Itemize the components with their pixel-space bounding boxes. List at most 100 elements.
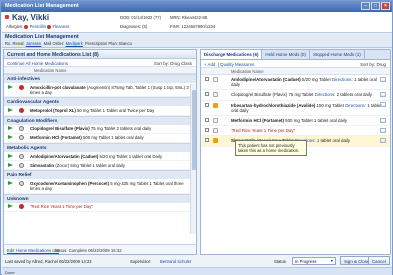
diagnoses-value[interactable]: (5) xyxy=(142,24,147,29)
new-medication-icon xyxy=(213,102,218,108)
more-icon[interactable]: … xyxy=(380,137,386,143)
status-select-value: In Progress xyxy=(295,259,317,264)
new-medication-icon xyxy=(213,138,218,144)
status-select[interactable]: In Progress xyxy=(292,257,336,265)
supervisor-link[interactable]: Bertrand Schuler xyxy=(160,259,191,264)
edit-home-medications-link[interactable]: Edit Home Medications List xyxy=(7,248,59,253)
left-panel-footer: Edit Home Medications List Status: Compl… xyxy=(4,244,196,254)
stop-icon[interactable] xyxy=(19,107,24,113)
mrn-value: Rkea4422-88 xyxy=(181,15,208,20)
left-column-header[interactable]: Medication Name xyxy=(4,67,196,74)
more-icon[interactable]: … xyxy=(380,76,386,82)
medication-row[interactable]: Clopidogrel Bisulfate (Plavix) 75 mg Tab… xyxy=(4,125,196,134)
alert-icon xyxy=(24,24,29,29)
tab-stopped-home-meds[interactable]: Stopped Home Meds (1) xyxy=(310,50,365,59)
medication-name: Simvastatin xyxy=(30,162,55,168)
medication-details: (Zocor) 5mg Tablet 1 tablet oral daily xyxy=(54,162,125,168)
group-header: Metabolic Agents xyxy=(4,143,196,153)
add-medication-button[interactable]: + Add xyxy=(204,62,215,67)
directions-label: Directions: xyxy=(331,77,353,82)
row-checkbox[interactable] xyxy=(205,102,209,107)
supervisor-label: Supervisor: xyxy=(130,259,152,264)
list-status: Status: Complete 06/22/2009 15:32 xyxy=(54,247,122,253)
pill-icon xyxy=(213,118,218,124)
medication-details: 5/20 mg Tablet 1 tablet oral Daily xyxy=(98,153,162,159)
medication-row[interactable]: Amlodipine/Atorvastatin (Caduet) 5/20 mg… xyxy=(4,152,196,162)
group-header: Unknown xyxy=(4,193,196,203)
patient-flag-icon xyxy=(5,15,9,19)
new-medication-tooltip: This patient has not previously taken th… xyxy=(235,140,307,156)
continue-all-link[interactable]: Continue All Home Medications xyxy=(7,61,68,66)
allergy-item[interactable]: Penicillin xyxy=(30,24,47,29)
cancel-button[interactable]: Cancel xyxy=(368,256,390,265)
tab-discharge-medications[interactable]: Discharge Medications (6) xyxy=(201,50,263,59)
continue-icon[interactable] xyxy=(8,180,13,185)
rx-renal-link[interactable]: Janssen xyxy=(26,41,42,46)
row-checkbox[interactable] xyxy=(205,92,209,97)
more-icon[interactable]: … xyxy=(380,102,386,108)
discharge-row[interactable]: "Red Rice Yeast 1 Time per Day" … xyxy=(201,126,390,137)
stop-icon[interactable] xyxy=(19,84,24,90)
discharge-row[interactable]: Clopidogrel Bisulfate (Plavix) 75 mg Tab… xyxy=(201,90,390,101)
medication-row[interactable]: Amoxicillin-pot clavulanate (Augmentin) … xyxy=(4,83,196,98)
continue-icon[interactable] xyxy=(8,204,13,209)
continue-icon[interactable] xyxy=(8,162,13,167)
row-checkbox[interactable] xyxy=(205,138,209,143)
medication-row[interactable]: Simvastatin (Zocor) 5mg Tablet 1 tablet … xyxy=(4,161,196,171)
continue-icon[interactable] xyxy=(8,126,13,131)
directions-value: 1 tablet oral daily xyxy=(315,138,351,144)
stop-icon[interactable] xyxy=(19,204,24,210)
mail-order-link[interactable]: Medipark xyxy=(66,41,83,46)
right-sort-select[interactable]: Sort by: Drug xyxy=(360,62,386,67)
medication-details: "Red Rice Yeast 1 Time per Day" xyxy=(231,128,296,134)
medication-row[interactable]: Metformin HCl (Fortamet) 500 mg Tablet 1… xyxy=(4,134,196,144)
more-icon[interactable]: … xyxy=(380,127,386,133)
group-header: Pain Relief xyxy=(4,170,196,180)
more-icon[interactable]: … xyxy=(380,117,386,123)
allergies-label: Allergies: xyxy=(6,24,24,29)
medication-row[interactable]: Metoprolol (Toprol XL) 50 mg Tablet 1 Ta… xyxy=(4,106,196,116)
medication-name: Metformin HCl (Fortamet) xyxy=(231,118,284,124)
tab-held-home-meds[interactable]: Held Home Meds (0) xyxy=(262,50,310,59)
row-checkbox[interactable] xyxy=(205,77,209,81)
left-panel-header: Current and Home Medications List (8) xyxy=(4,50,196,59)
maximize-icon[interactable]: □ xyxy=(371,2,380,10)
discharge-row[interactable]: Metformin HCl (Fortamet) 500 mg Tablet 1… xyxy=(201,116,390,127)
right-panel-toolbar: + Add | Quality Measures Sort by: Drug xyxy=(201,60,390,68)
diagnoses-label: Diagnoses: xyxy=(120,24,141,29)
mail-order-label: Mail Order: xyxy=(43,41,65,46)
directions-value: 2 tablets oral daily xyxy=(335,92,372,98)
quality-measures-link[interactable]: Quality Measures xyxy=(220,62,254,67)
patient-banner: Kay, Vikki Allergies: Penicillin Fleanes… xyxy=(2,12,392,33)
continue-icon[interactable] xyxy=(8,84,13,89)
group-header: Anti-infectives xyxy=(4,74,196,83)
scroll-thumb[interactable] xyxy=(192,90,196,170)
continue-icon[interactable] xyxy=(8,135,13,140)
continue-icon[interactable] xyxy=(8,153,13,158)
status-label: Status xyxy=(274,259,286,264)
medication-details: 50 mg Tablet 1 Tablet oral Twice per Day xyxy=(75,107,155,113)
medication-details: 75 mg Tablet 2 tablets oral daily xyxy=(89,126,152,132)
more-icon[interactable]: … xyxy=(380,91,386,97)
medication-row[interactable]: Oxycodone/Acetaminophen (Percocet) 5 mg-… xyxy=(4,179,196,194)
medication-name: Amlodipine/Atorvastatin (Caduet) xyxy=(231,77,301,82)
pill-icon xyxy=(19,153,24,159)
minimize-icon[interactable]: – xyxy=(361,2,370,10)
left-sort-select[interactable]: Sort by: Drug Class xyxy=(154,61,192,66)
directions-label: Directions: xyxy=(314,92,336,98)
discharge-row[interactable]: Irbesartan-hydrochlorothiazide (Avalide)… xyxy=(201,101,390,117)
status-bar: Done xyxy=(2,267,392,275)
screen-toolbar: Medication List Management Rx. Renal: Ja… xyxy=(2,34,392,48)
left-scrollbar[interactable] xyxy=(190,84,196,234)
medication-name: Metoprolol (Toprol XL) xyxy=(30,107,76,113)
close-icon[interactable]: × xyxy=(381,2,390,10)
right-column-header[interactable]: Medication Name xyxy=(201,68,390,75)
medication-row[interactable]: "Red Rice Yeast 1 Time per Day" xyxy=(4,203,196,213)
discharge-row[interactable]: Amlodipine/Atorvastatin (Caduet) 5/20 mg… xyxy=(201,75,390,91)
continue-icon[interactable] xyxy=(8,107,13,112)
row-checkbox[interactable] xyxy=(205,118,209,123)
allergy-item[interactable]: Fleaness xyxy=(52,24,69,29)
dob-label: DOB: xyxy=(120,15,131,20)
row-checkbox[interactable] xyxy=(205,128,209,133)
medication-details: 500 mg Tablet 1 tablet oral daily xyxy=(81,135,144,141)
